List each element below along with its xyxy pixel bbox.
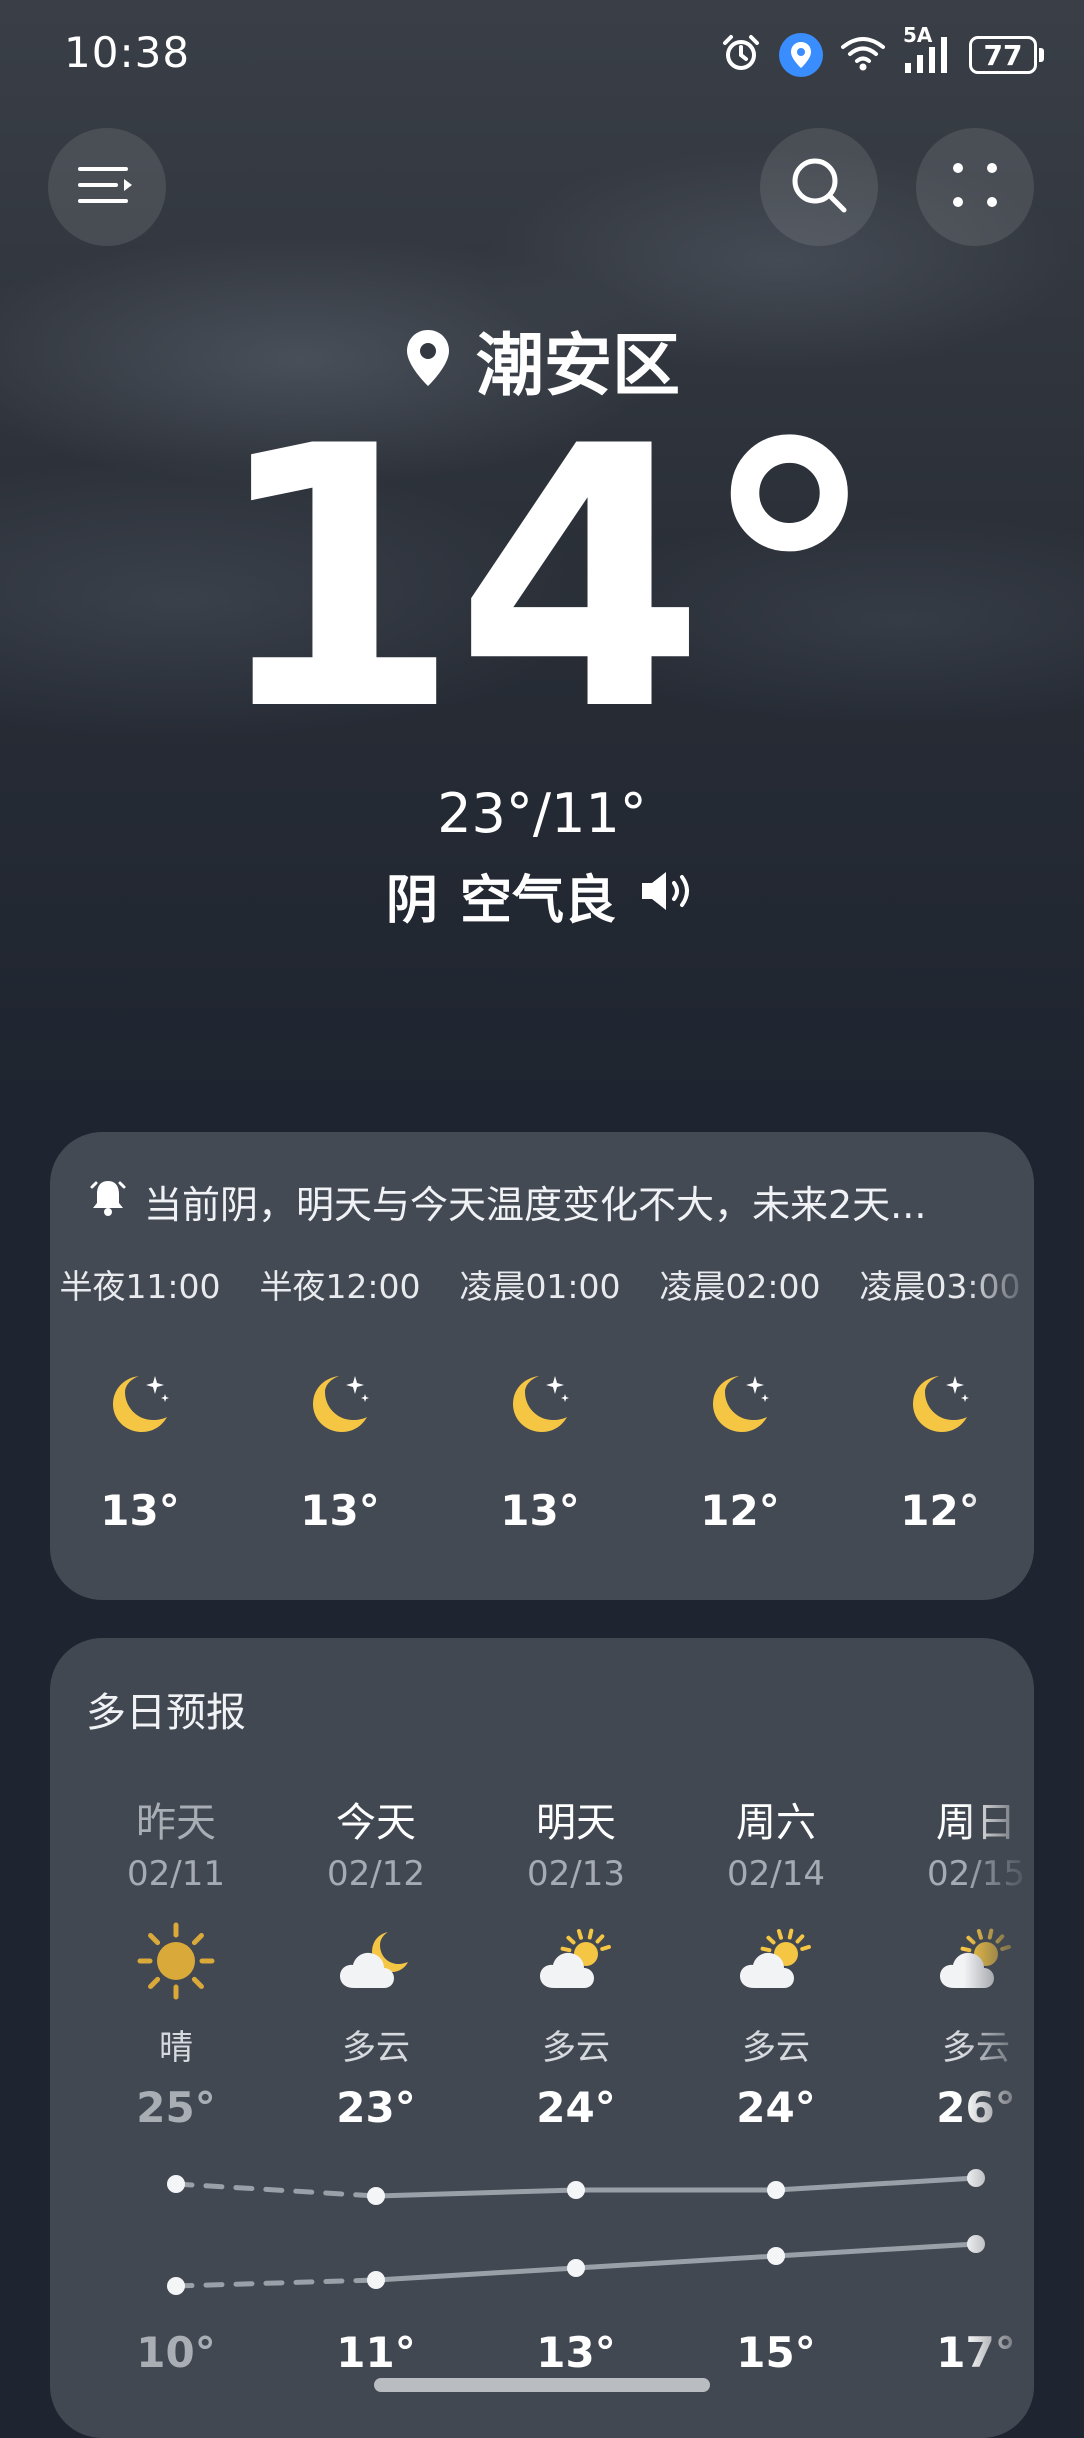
- high-trend-point: [767, 2181, 785, 2199]
- high-trend-segment: [173, 2181, 379, 2199]
- moon-stars-icon: [240, 1328, 440, 1478]
- low-trend-point: [367, 2271, 385, 2289]
- hourly-time: 凌晨01:00: [459, 1267, 621, 1306]
- high-trend-segment: [773, 2175, 979, 2193]
- low-trend-point: [167, 2277, 185, 2295]
- low-trend-segment: [173, 2277, 379, 2289]
- network-type: 5A: [903, 23, 933, 47]
- hourly-forecast-card[interactable]: 当前阴，明天与今天温度变化不大，未来2天... 半夜11:00 13° 半夜12:0…: [50, 1132, 1034, 1600]
- high-trend-segment: [373, 2187, 579, 2199]
- scroll-fade: [964, 1638, 1034, 2438]
- moon-stars-icon: [440, 1328, 640, 1478]
- current-temperature: 14°: [210, 370, 880, 789]
- daily-forecast-card[interactable]: 多日预报 昨天 02/11 晴 25° 10° 今天 02/12 多云 23° 11° 明天 02/1…: [50, 1638, 1034, 2438]
- hourly-temp: 13°: [300, 1486, 380, 1535]
- low-trend-point: [567, 2259, 585, 2277]
- scroll-fade: [964, 1132, 1034, 1600]
- low-trend-point: [767, 2247, 785, 2265]
- weather-alert[interactable]: 当前阴，明天与今天温度变化不大，未来2天...: [90, 1174, 1020, 1229]
- weather-condition: 阴: [385, 871, 438, 931]
- condition-row: 阴 空气良: [0, 858, 1084, 933]
- hourly-time: 凌晨02:00: [659, 1267, 821, 1306]
- location-status-icon: [779, 33, 823, 77]
- high-trend-point: [567, 2181, 585, 2199]
- status-icons: 5A 77: [719, 23, 1044, 82]
- hourly-item: 半夜12:00 13°: [240, 1260, 440, 1535]
- status-time: 10:38: [64, 28, 191, 77]
- bell-icon: [90, 1177, 126, 1226]
- hourly-item: 凌晨02:00 12°: [640, 1260, 840, 1535]
- menu-icon: [76, 163, 138, 211]
- hourly-temp: 12°: [700, 1486, 780, 1535]
- temperature-trend-chart: [167, 2169, 985, 2295]
- hourly-temp: 13°: [100, 1486, 180, 1535]
- hourly-time: 半夜11:00: [59, 1267, 221, 1306]
- high-trend-point: [167, 2175, 185, 2193]
- speaker-icon[interactable]: [638, 866, 698, 926]
- high-trend-point: [367, 2187, 385, 2205]
- low-trend-segment: [573, 2253, 779, 2271]
- battery-icon: 77: [969, 36, 1044, 74]
- low-trend-segment: [773, 2241, 979, 2259]
- hourly-time: 半夜12:00: [259, 1267, 421, 1306]
- menu-button[interactable]: [48, 128, 166, 246]
- hourly-temp: 13°: [500, 1486, 580, 1535]
- battery-level: 77: [969, 36, 1037, 74]
- wifi-icon: [839, 33, 887, 77]
- moon-stars-icon: [50, 1328, 240, 1478]
- hourly-item: 半夜11:00 13°: [50, 1260, 240, 1535]
- hourly-item: 凌晨01:00 13°: [440, 1260, 640, 1535]
- grid-dots-icon: [950, 160, 1000, 214]
- high-low-temperature: 23°/11°: [437, 782, 647, 845]
- home-indicator[interactable]: [374, 2378, 710, 2392]
- air-quality[interactable]: 空气良: [460, 858, 616, 933]
- alert-text: 当前阴，明天与今天温度变化不大，未来2天...: [144, 1183, 927, 1227]
- alarm-icon: [719, 31, 763, 79]
- search-button[interactable]: [760, 128, 878, 246]
- low-trend-segment: [373, 2265, 579, 2283]
- moon-stars-icon: [640, 1328, 840, 1478]
- search-icon: [788, 154, 850, 220]
- signal-icon: 5A: [903, 23, 953, 75]
- more-button[interactable]: [916, 128, 1034, 246]
